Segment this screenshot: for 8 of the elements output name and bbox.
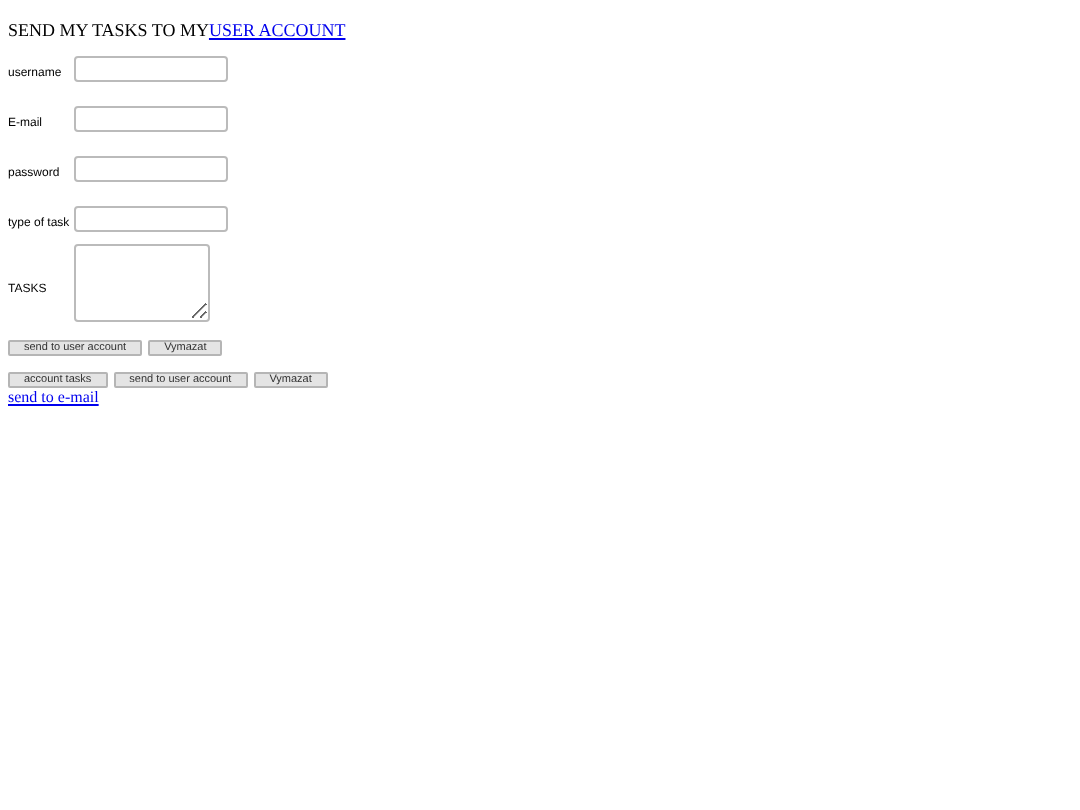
tasks-textarea[interactable]	[73, 244, 210, 322]
input-field[interactable]	[73, 155, 228, 181]
heading-text: SEND MY TASKS TO MY	[8, 20, 209, 40]
user-account-link[interactable]: USER ACCOUNT	[208, 20, 346, 40]
input-field[interactable]	[73, 105, 228, 131]
send-to-email-link[interactable]: send to e-mail	[8, 388, 99, 406]
input-field[interactable]	[73, 205, 228, 231]
input-field[interactable]	[73, 55, 228, 81]
